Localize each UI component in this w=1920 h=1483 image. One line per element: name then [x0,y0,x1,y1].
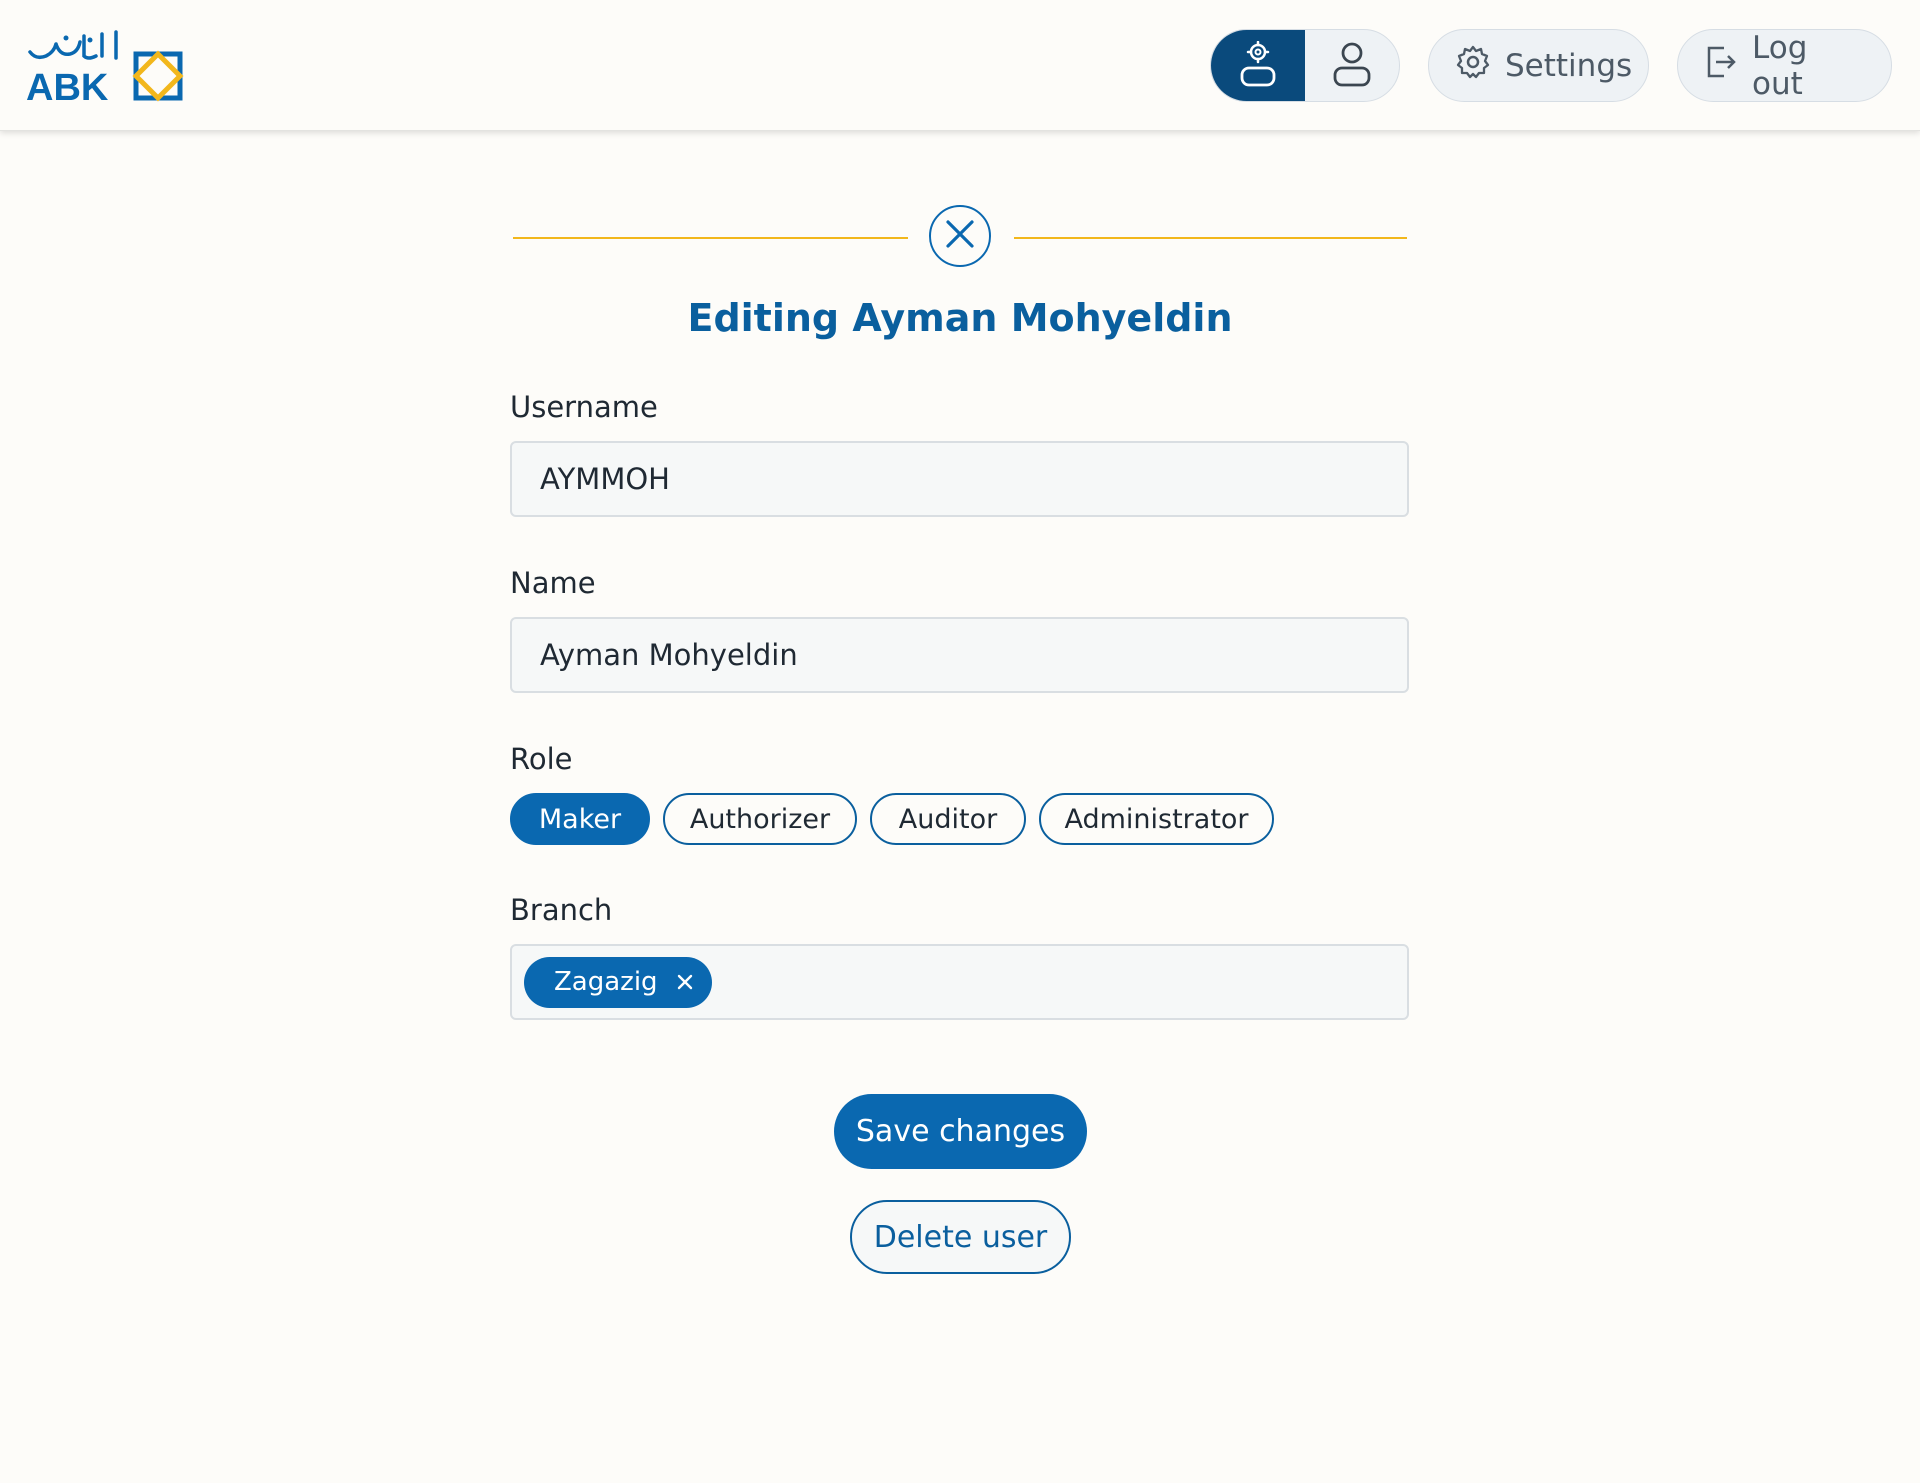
logout-label: Log out [1752,29,1808,102]
settings-button[interactable]: Settings [1428,29,1649,102]
page-title: Editing Ayman Mohyeldin [687,296,1233,340]
decorative-divider-left [513,237,908,239]
username-input[interactable] [510,441,1409,517]
username-label: Username [510,390,658,424]
x-icon[interactable] [676,973,694,991]
user-icon [1332,41,1372,91]
branch-multiselect[interactable]: Zagazig [510,944,1409,1020]
role-view-switch[interactable] [1210,29,1400,102]
admin-user-gear-icon [1238,40,1278,91]
branch-tag: Zagazig [524,956,712,1008]
branch-tag-label: Zagazig [554,967,658,997]
close-icon [945,219,975,253]
settings-label: Settings [1505,47,1633,84]
close-button[interactable] [929,205,991,267]
role-chip-administrator[interactable]: Administrator [1039,793,1274,845]
decorative-divider-right [1014,237,1407,239]
role-label: Role [510,742,573,776]
top-header: ABK Settings Log out [0,0,1920,131]
name-label: Name [510,566,596,600]
gear-icon [1455,44,1491,88]
role-selector: Maker Authorizer Auditor Administrator [510,793,1274,845]
name-input[interactable] [510,617,1409,693]
role-chip-auditor[interactable]: Auditor [870,793,1026,845]
role-chip-authorizer[interactable]: Authorizer [663,793,857,845]
save-changes-button[interactable]: Save changes [834,1094,1087,1169]
branch-label: Branch [510,893,613,927]
user-view-toggle[interactable] [1305,30,1399,101]
svg-text:ABK: ABK [26,67,109,102]
admin-view-toggle[interactable] [1211,30,1305,101]
logout-button[interactable]: Log out [1677,29,1892,102]
logout-icon [1704,45,1738,87]
delete-user-button[interactable]: Delete user [850,1200,1071,1274]
abk-logo[interactable]: ABK [26,30,190,102]
role-chip-maker[interactable]: Maker [510,793,650,845]
